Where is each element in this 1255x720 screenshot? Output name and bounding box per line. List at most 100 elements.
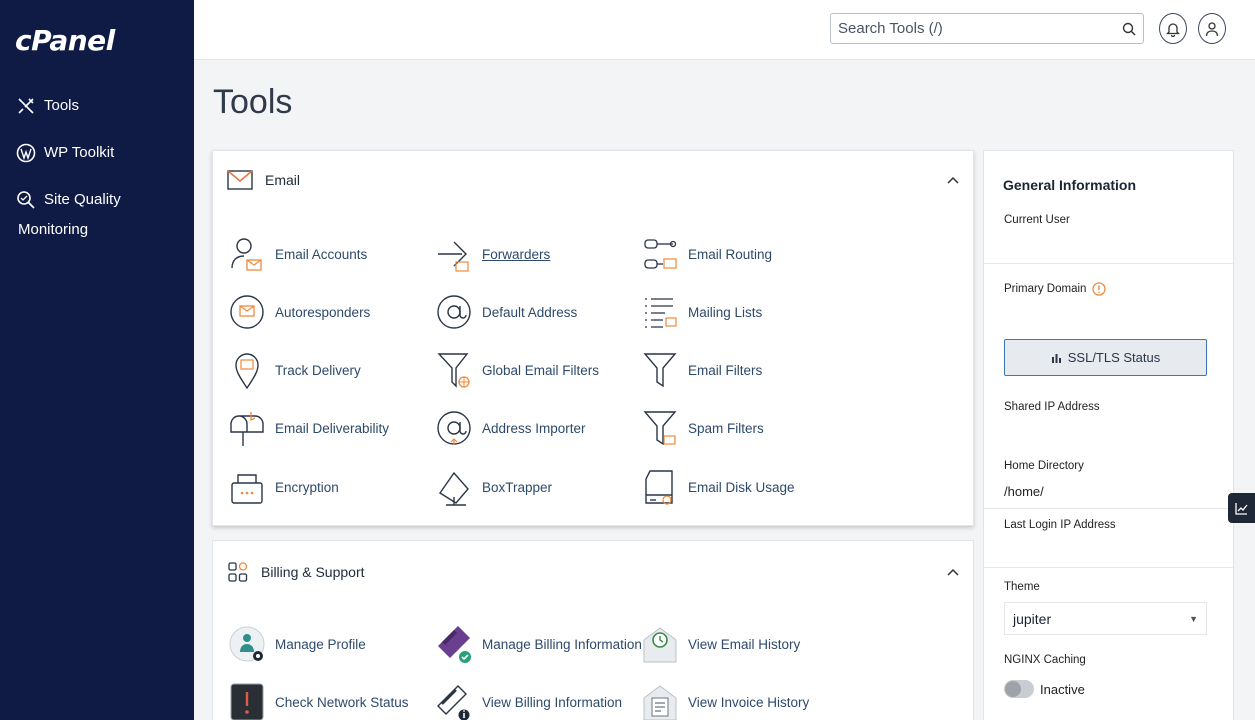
sidebar-item-tools[interactable]: Tools bbox=[16, 96, 79, 116]
tool-track-delivery[interactable]: Track Delivery bbox=[229, 350, 361, 390]
primary-domain-row: Primary Domain bbox=[1004, 282, 1107, 296]
billing-section-header[interactable]: Billing & Support bbox=[227, 561, 365, 583]
mailing-lists-icon bbox=[645, 298, 677, 328]
tool-address-importer[interactable]: Address Importer bbox=[436, 408, 586, 448]
ssl-tls-status-button[interactable]: SSL/TLS Status bbox=[1004, 339, 1207, 376]
general-information-panel: General Information Current User Primary… bbox=[983, 150, 1234, 720]
tool-global-email-filters[interactable]: Global Email Filters bbox=[436, 350, 599, 390]
tool-email-filters[interactable]: Email Filters bbox=[642, 350, 762, 390]
nginx-caching-toggle[interactable] bbox=[1004, 680, 1034, 698]
tool-label: Email Routing bbox=[688, 246, 773, 262]
section-title: Email bbox=[265, 172, 301, 188]
tool-forwarders[interactable]: Forwarders bbox=[436, 234, 550, 274]
tool-default-address[interactable]: Default Address bbox=[436, 292, 577, 332]
tool-label: View Email History bbox=[688, 636, 801, 652]
tool-label: Default Address bbox=[482, 304, 578, 320]
tool-label: Email Disk Usage bbox=[688, 479, 795, 495]
encryption-icon bbox=[231, 474, 263, 504]
user-menu-button[interactable] bbox=[1198, 13, 1226, 44]
tool-email-disk-usage[interactable]: Email Disk Usage bbox=[642, 467, 795, 507]
tool-boxtrapper[interactable]: BoxTrapper bbox=[436, 467, 552, 507]
cpanel-logo[interactable]: cPanel bbox=[15, 24, 115, 57]
grid-icon bbox=[228, 562, 248, 582]
tool-view-invoice-history[interactable]: View Invoice History bbox=[642, 682, 809, 720]
tool-email-deliverability[interactable]: Email Deliverability bbox=[229, 408, 389, 448]
billing-section: Billing & Support Manage Profile Manage … bbox=[212, 540, 974, 720]
divider bbox=[984, 567, 1233, 568]
spam-filters-icon bbox=[643, 411, 677, 446]
sidebar: cPanel Tools WP Toolkit Site Quality Mon… bbox=[0, 0, 194, 720]
tool-label: Manage Profile bbox=[275, 636, 366, 652]
tool-label: BoxTrapper bbox=[482, 479, 553, 495]
top-header bbox=[194, 0, 1255, 60]
network-status-icon bbox=[230, 683, 264, 720]
search-box bbox=[830, 13, 1144, 44]
search-input[interactable] bbox=[831, 14, 1115, 43]
notifications-button[interactable] bbox=[1159, 13, 1187, 44]
tool-label: Autoresponders bbox=[275, 304, 371, 320]
tool-label: Forwarders bbox=[482, 246, 551, 262]
general-info-title: General Information bbox=[1003, 177, 1137, 193]
email-section: Email Email Accounts Forwarders Email Ro… bbox=[212, 150, 974, 526]
email-filters-icon bbox=[643, 353, 677, 388]
sidebar-item-label: Site Quality Monitoring bbox=[18, 191, 121, 238]
tool-manage-billing[interactable]: Manage Billing Information bbox=[436, 624, 642, 664]
wordpress-icon bbox=[16, 143, 36, 163]
tool-email-accounts[interactable]: Email Accounts bbox=[229, 234, 367, 274]
last-login-ip-label: Last Login IP Address bbox=[1004, 519, 1116, 531]
tool-view-email-history[interactable]: View Email History bbox=[642, 624, 800, 664]
sidebar-item-label: Tools bbox=[44, 97, 80, 114]
tool-check-network-status[interactable]: Check Network Status bbox=[229, 682, 409, 720]
forwarders-icon bbox=[438, 241, 469, 272]
search-icon[interactable] bbox=[1115, 15, 1143, 43]
line-chart-icon bbox=[1235, 502, 1248, 515]
tool-email-routing[interactable]: Email Routing bbox=[642, 234, 772, 274]
manage-profile-icon bbox=[229, 626, 265, 662]
tool-label: Check Network Status bbox=[275, 694, 409, 710]
tool-label: Track Delivery bbox=[275, 362, 361, 378]
chevron-up-icon[interactable] bbox=[947, 567, 959, 579]
caret-down-icon: ▼ bbox=[1189, 613, 1198, 624]
shared-ip-label: Shared IP Address bbox=[1004, 401, 1100, 413]
invoice-history-icon bbox=[643, 685, 677, 720]
tools-icon bbox=[18, 98, 34, 114]
tool-encryption[interactable]: Encryption bbox=[229, 467, 339, 507]
bar-chart-icon bbox=[1051, 354, 1061, 363]
divider bbox=[984, 263, 1233, 264]
tool-mailing-lists[interactable]: Mailing Lists bbox=[642, 292, 762, 332]
sidebar-item-label: WP Toolkit bbox=[44, 144, 115, 161]
billing-card-icon bbox=[438, 626, 471, 663]
email-history-icon bbox=[643, 627, 677, 663]
section-title: Billing & Support bbox=[261, 564, 365, 580]
tool-spam-filters[interactable]: Spam Filters bbox=[642, 408, 764, 448]
email-accounts-icon bbox=[231, 238, 262, 271]
tool-label: Email Filters bbox=[688, 362, 763, 378]
stats-side-tab[interactable] bbox=[1228, 493, 1255, 523]
global-filters-icon bbox=[437, 353, 470, 388]
user-icon bbox=[1205, 21, 1219, 36]
tool-view-billing-information[interactable]: View Billing Information bbox=[436, 682, 622, 720]
tool-label: Spam Filters bbox=[688, 420, 764, 436]
tool-label: Mailing Lists bbox=[688, 304, 763, 320]
billing-info-icon bbox=[437, 685, 470, 720]
sidebar-item-wp-toolkit[interactable]: WP Toolkit bbox=[16, 143, 114, 163]
theme-select[interactable]: jupiter ▼ bbox=[1004, 602, 1207, 635]
envelope-icon bbox=[227, 170, 253, 190]
disk-usage-icon bbox=[645, 470, 673, 505]
tool-label: Encryption bbox=[275, 479, 339, 495]
divider bbox=[984, 508, 1233, 509]
email-section-header[interactable]: Email bbox=[227, 169, 300, 191]
theme-label: Theme bbox=[1004, 581, 1040, 593]
address-importer-icon bbox=[437, 411, 471, 445]
nginx-status-text: Inactive bbox=[1040, 682, 1085, 697]
tool-manage-profile[interactable]: Manage Profile bbox=[229, 624, 366, 664]
info-alert-icon[interactable] bbox=[1092, 282, 1107, 296]
tool-autoresponders[interactable]: Autoresponders bbox=[229, 292, 370, 332]
tool-label: View Billing Information bbox=[482, 694, 623, 710]
autoresponders-icon bbox=[230, 295, 264, 329]
sidebar-item-site-quality[interactable]: Site Quality Monitoring bbox=[16, 190, 186, 245]
chevron-up-icon[interactable] bbox=[947, 175, 959, 187]
page-title: Tools bbox=[213, 83, 293, 121]
theme-value: jupiter bbox=[1013, 610, 1052, 627]
current-user-label: Current User bbox=[1004, 214, 1070, 226]
